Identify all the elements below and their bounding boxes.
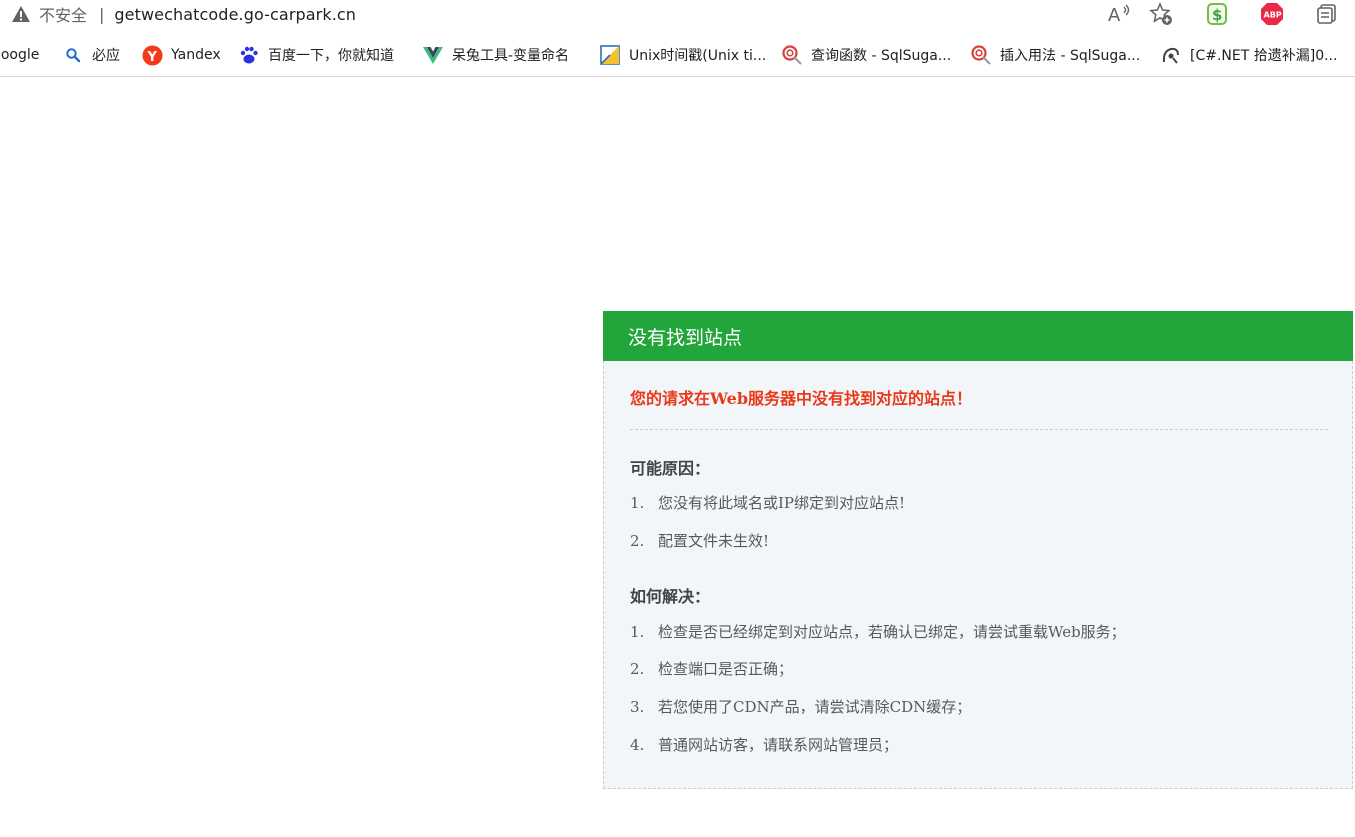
collections-icon[interactable]: [1314, 2, 1340, 26]
svg-text:Y: Y: [146, 50, 157, 65]
bookmarks-bar: Google 必应 Y Yandex 百度一下，你就知道 呆兔工具-变量命名 U…: [0, 36, 1355, 77]
bookmark-baidu[interactable]: 百度一下，你就知道: [238, 36, 394, 74]
bookmark-yandex[interactable]: Y Yandex: [141, 36, 221, 74]
extensions-area: $ ABP: [1184, 0, 1355, 28]
bookmark-label: Yandex: [171, 47, 221, 63]
bing-search-icon: [62, 44, 84, 66]
omnibox-separator: |: [99, 4, 105, 24]
sqlsugar-icon: [970, 44, 992, 66]
svg-text:A: A: [1108, 5, 1121, 25]
warning-triangle-icon[interactable]: [10, 3, 32, 25]
solution-text: 普通网站访客，请联系网站管理员；: [658, 736, 899, 754]
bookmark-unix-timestamp[interactable]: Unix时间戳(Unix ti...: [599, 36, 766, 74]
bookmark-label: Google: [0, 47, 40, 63]
dollar-extension-icon[interactable]: $: [1204, 2, 1230, 26]
solution-item: 1. 检查是否已经绑定到对应站点，若确认已绑定，请尝试重载Web服务；: [630, 621, 1126, 642]
solution-text: 检查是否已经绑定到对应站点，若确认已绑定，请尝试重载Web服务；: [658, 623, 1126, 641]
reason-text: 您没有将此域名或IP绑定到对应站点!: [658, 494, 906, 512]
bookmark-label: 呆兔工具-变量命名: [452, 48, 570, 64]
solution-number: 3.: [630, 698, 645, 716]
yandex-icon: Y: [141, 44, 163, 66]
solution-number: 2.: [630, 660, 645, 678]
solutions-title: 如何解决：: [630, 587, 711, 606]
solution-number: 1.: [630, 623, 645, 641]
solution-item: 2. 检查端口是否正确；: [630, 658, 793, 679]
bookmark-sqlsugar-insert[interactable]: 插入用法 - SqlSuga...: [970, 36, 1140, 74]
baidu-paw-icon: [238, 44, 260, 66]
cnblogs-icon: [1160, 44, 1182, 66]
solution-text: 若您使用了CDN产品，请尝试清除CDN缓存；: [658, 698, 972, 716]
url-text[interactable]: getwechatcode.go-carpark.cn: [114, 5, 356, 24]
bookmark-label: [C#.NET 拾遗补漏]0...: [1190, 48, 1338, 64]
omnibox[interactable]: 不安全 | getwechatcode.go-carpark.cn A: [0, 0, 1182, 28]
unix-clock-icon: [599, 44, 621, 66]
bookmark-sqlsugar-query[interactable]: 查询函数 - SqlSuga...: [781, 36, 951, 74]
solution-number: 4.: [630, 736, 645, 754]
bookmark-label: 查询函数 - SqlSuga...: [811, 48, 952, 64]
panel-body: 您的请求在Web服务器中没有找到对应的站点！ 可能原因： 1. 您没有将此域名或I…: [603, 361, 1353, 789]
bookmark-label: 百度一下，你就知道: [268, 48, 394, 64]
security-status-label[interactable]: 不安全: [39, 2, 87, 26]
read-aloud-icon[interactable]: A: [1106, 1, 1132, 27]
vue-icon: [422, 44, 444, 66]
error-message: 您的请求在Web服务器中没有找到对应的站点！: [630, 389, 973, 408]
panel-header: 没有找到站点: [603, 311, 1353, 361]
reason-number: 2.: [630, 532, 645, 550]
sqlsugar-icon: [781, 44, 803, 66]
panel-divider: [630, 429, 1328, 430]
svg-text:$: $: [1212, 6, 1222, 24]
bookmark-overflow-icon: [1349, 44, 1355, 66]
bookmark-label: 插入用法 - SqlSuga...: [1000, 48, 1141, 64]
bookmark-overflow[interactable]: [1349, 36, 1355, 74]
solution-item: 3. 若您使用了CDN产品，请尝试清除CDN缓存；: [630, 696, 971, 717]
reason-number: 1.: [630, 494, 645, 512]
panel-title: 没有找到站点: [628, 326, 743, 349]
reason-item: 1. 您没有将此域名或IP绑定到对应站点!: [630, 492, 905, 513]
add-favorite-icon[interactable]: [1148, 1, 1174, 27]
reason-item: 2. 配置文件未生效!: [630, 530, 769, 551]
solution-item: 4. 普通网站访客，请联系网站管理员；: [630, 734, 898, 755]
adblock-plus-icon[interactable]: ABP: [1259, 2, 1285, 26]
bookmark-daitu-tools[interactable]: 呆兔工具-变量命名: [422, 36, 569, 74]
reason-text: 配置文件未生效!: [658, 532, 770, 550]
bookmark-bing[interactable]: 必应: [62, 36, 120, 74]
bookmark-label: 必应: [92, 48, 120, 64]
bookmark-google[interactable]: Google: [0, 36, 39, 74]
bookmark-label: Unix时间戳(Unix ti...: [629, 48, 767, 64]
address-bar: 不安全 | getwechatcode.go-carpark.cn A $ AB…: [0, 0, 1355, 28]
bookmark-cnblogs[interactable]: [C#.NET 拾遗补漏]0...: [1160, 36, 1337, 74]
solution-text: 检查端口是否正确；: [658, 660, 794, 678]
svg-text:ABP: ABP: [1264, 11, 1282, 20]
reasons-title: 可能原因：: [630, 459, 711, 478]
